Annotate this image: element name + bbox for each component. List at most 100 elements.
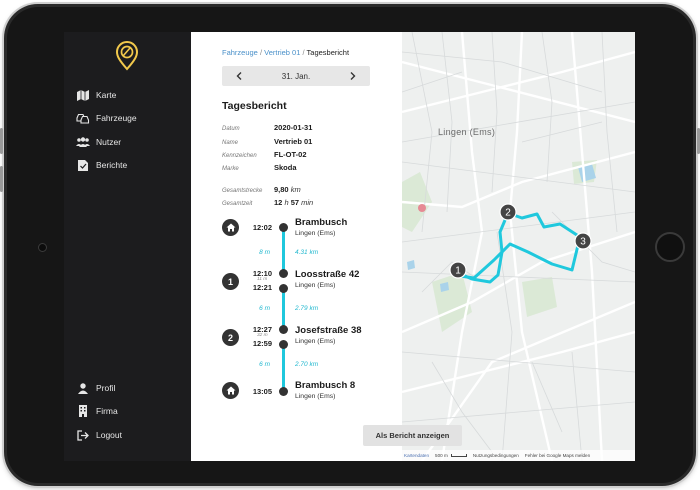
field-key: Marke [222, 166, 239, 172]
sidebar-item-nutzer[interactable]: Nutzer [76, 133, 121, 151]
users-icon [76, 136, 90, 148]
minutes-value: 57 [290, 198, 300, 207]
sidebar-item-profil[interactable]: Profil [76, 379, 115, 397]
map-data-link[interactable]: Kartendaten [404, 453, 429, 458]
marker-label: 2 [505, 208, 511, 219]
departure-time: 12:59 [252, 339, 272, 348]
map-terms-link[interactable]: Nutzungsbedingungen [473, 453, 519, 458]
timeline-dot [279, 269, 288, 278]
distance-value: 9,80 [274, 185, 289, 194]
map-footer: Kartendaten 500 m Nutzungsbedingungen Fe… [402, 450, 635, 461]
breadcrumb-current: Tagesbericht [306, 48, 350, 57]
segment-distance: 2.79 km [295, 305, 319, 312]
field-gesamtstrecke: Gesamtstrecke 9,80 km [222, 185, 301, 194]
front-camera [38, 243, 47, 252]
route-map[interactable]: Lingen (Ems) 1 2 3 Kartendaten 500 m Nut… [402, 32, 635, 461]
segment-distance: 4.31 km [295, 249, 319, 256]
sidebar: Karte Fahrzeuge Nutzer Berichte Profil F… [64, 32, 191, 461]
map-scale: 500 m [435, 453, 448, 458]
minutes-unit: min [301, 198, 314, 207]
stop-marker-2: 2 [222, 329, 239, 346]
field-datum: Datum 2020-01-31 [222, 123, 312, 132]
sidebar-item-berichte[interactable]: Berichte [76, 156, 127, 174]
map-canvas [402, 32, 635, 461]
stop-name: Brambusch 8 [295, 380, 356, 391]
sidebar-item-label: Profil [96, 383, 116, 393]
city-label: Lingen (Ems) [438, 127, 496, 137]
sidebar-item-firma[interactable]: Firma [76, 402, 118, 420]
stop-city: Lingen (Ems) [295, 230, 336, 237]
logo-icon [115, 41, 139, 71]
stay-duration: 11 m [257, 277, 268, 282]
sidebar-item-label: Berichte [96, 160, 128, 170]
field-marke: Marke Skoda [222, 163, 297, 172]
sidebar-item-karte[interactable]: Karte [76, 86, 116, 104]
home-icon [222, 382, 239, 399]
timeline-segment-line [282, 231, 285, 273]
person-icon [76, 382, 90, 394]
stop-marker-1: 1 [222, 273, 239, 290]
arrival-time: 12:02 [252, 223, 272, 232]
timeline-segment-line [282, 346, 285, 388]
date-navigator: 31. Jan. [222, 66, 370, 86]
timeline-dot [279, 340, 288, 349]
timeline-segment-line [282, 290, 285, 330]
date-label: 31. Jan. [281, 71, 311, 81]
field-key: Gesamtstrecke [222, 188, 263, 194]
breadcrumb: Fahrzeuge / Vertrieb 01 / Tagesbericht [222, 48, 350, 57]
field-value: 2020-01-31 [274, 123, 313, 132]
show-report-button[interactable]: Als Bericht anzeigen [363, 425, 462, 446]
map-report-error-link[interactable]: Fehler bei Google Maps melden [525, 453, 590, 458]
scale-bar [450, 454, 467, 457]
timeline-dot [279, 387, 288, 396]
field-value: Skoda [274, 163, 297, 172]
sidebar-item-label: Logout [96, 430, 122, 440]
app-screen: Karte Fahrzeuge Nutzer Berichte Profil F… [64, 32, 635, 461]
sidebar-item-label: Firma [96, 406, 118, 416]
breadcrumb-link[interactable]: Vertrieb 01 [264, 48, 300, 57]
home-button[interactable] [655, 232, 685, 262]
sidebar-item-fahrzeuge[interactable]: Fahrzeuge [76, 109, 137, 127]
stop-city: Lingen (Ems) [295, 338, 336, 345]
timeline-dot [279, 284, 288, 293]
logout-icon [76, 429, 90, 441]
chevron-left-icon[interactable] [234, 71, 244, 81]
field-key: Name [222, 140, 239, 146]
stop-name: Josefstraße 38 [295, 325, 362, 336]
segment-minutes: 6 m [259, 361, 270, 368]
report-panel: Fahrzeuge / Vertrieb 01 / Tagesbericht 3… [191, 32, 402, 461]
sidebar-item-label: Nutzer [96, 137, 122, 147]
sidebar-item-label: Karte [96, 90, 117, 100]
volume-button [0, 166, 3, 192]
marker-label: 1 [455, 266, 461, 277]
distance-unit: km [290, 185, 301, 194]
stay-duration: 32 m [257, 333, 268, 338]
field-value: FL-OT-02 [274, 150, 307, 159]
map-marker-2[interactable]: 2 [499, 203, 517, 223]
field-key: Gesamtzeit [222, 201, 253, 207]
sidebar-item-label: Fahrzeuge [96, 113, 137, 123]
stop-city: Lingen (Ems) [295, 282, 336, 289]
timeline-dot [279, 325, 288, 334]
chevron-right-icon[interactable] [348, 71, 358, 81]
cars-icon [76, 112, 90, 124]
home-icon [222, 219, 239, 236]
map-marker-3[interactable]: 3 [574, 232, 592, 252]
field-gesamtzeit: Gesamtzeit 12 h 57 min [222, 198, 313, 207]
field-name: Name Vertrieb 01 [222, 137, 312, 146]
report-title: Tagesbericht [222, 100, 287, 112]
volume-button [0, 128, 3, 154]
map-icon [76, 89, 90, 101]
stop-name: Loosstraße 42 [295, 269, 360, 280]
sidebar-item-logout[interactable]: Logout [76, 426, 122, 444]
segment-minutes: 8 m [259, 249, 270, 256]
stop-name: Brambusch [295, 217, 348, 228]
segment-distance: 2.70 km [295, 361, 319, 368]
hours-unit: h [284, 198, 289, 207]
breadcrumb-link[interactable]: Fahrzeuge [222, 48, 258, 57]
field-key: Kennzeichen [222, 153, 257, 159]
report-icon [76, 159, 90, 171]
map-marker-1[interactable]: 1 [449, 261, 467, 281]
segment-minutes: 6 m [259, 305, 270, 312]
arrival-time: 13:05 [252, 387, 272, 396]
